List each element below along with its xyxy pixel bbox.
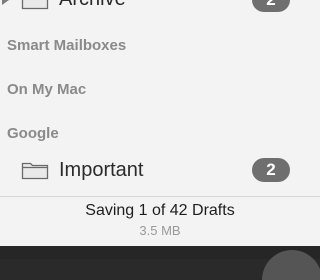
mailbox-sidebar: Archive 2 Smart Mailboxes On My Mac Goog… [0,0,320,246]
unread-count-badge: 2 [252,158,290,182]
status-size: 3.5 MB [139,223,181,238]
section-header-on-my-mac[interactable]: On My Mac [7,81,86,98]
folder-icon [21,0,49,10]
sidebar-item-label: Important [59,159,144,181]
unread-count-badge: 2 [252,0,290,12]
sidebar-item-label: Archive [59,0,126,11]
folder-icon [21,162,49,180]
sidebar-item-important[interactable]: Important 2 [0,157,320,183]
activity-status: Saving 1 of 42 Drafts 3.5 MB [0,197,320,246]
sidebar-item-archive[interactable]: Archive 2 [0,0,320,13]
section-header-smart-mailboxes[interactable]: Smart Mailboxes [7,37,126,54]
section-header-google[interactable]: Google [7,125,59,142]
disclosure-triangle-icon[interactable] [2,0,9,5]
status-title: Saving 1 of 42 Drafts [85,202,235,219]
